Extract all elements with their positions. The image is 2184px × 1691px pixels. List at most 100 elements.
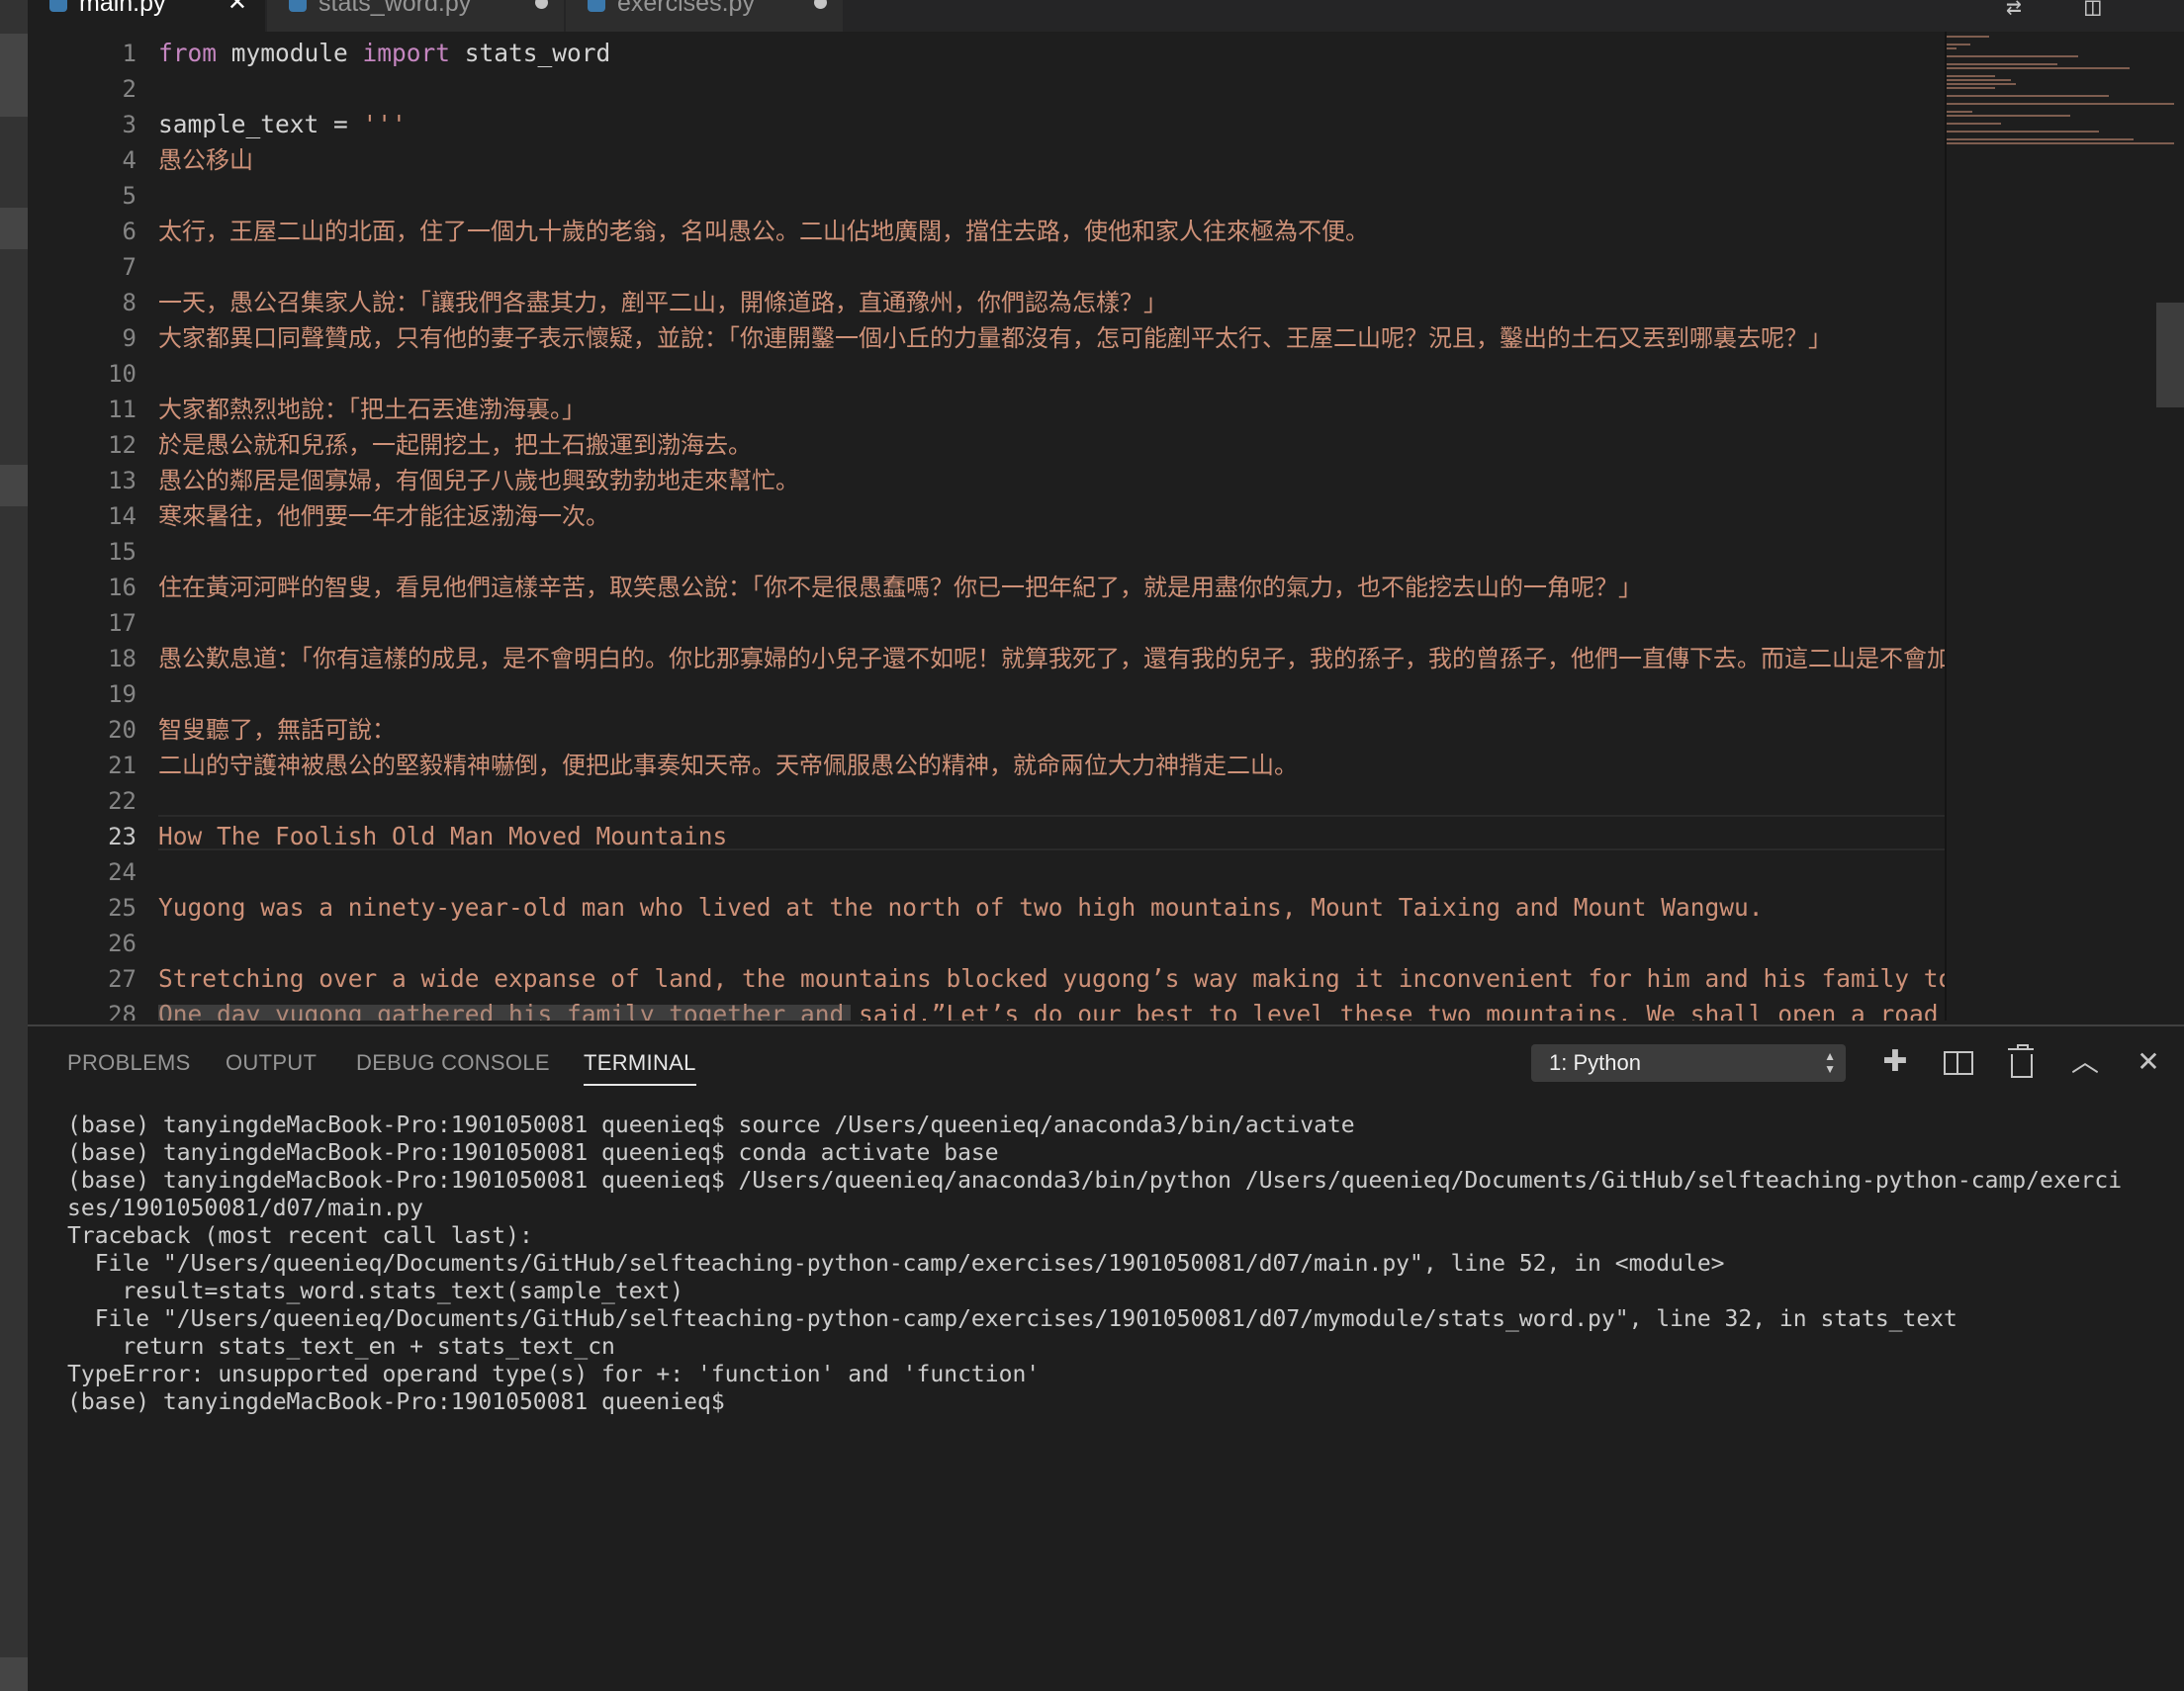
kill-terminal-icon[interactable]: [2000, 1040, 2044, 1084]
vertical-scrollbar[interactable]: [2156, 303, 2184, 407]
line-number: 16: [108, 574, 136, 601]
line-number: 23: [108, 823, 136, 850]
tab-stats-word-py[interactable]: stats_word.py: [267, 0, 564, 32]
tab-terminal[interactable]: TERMINAL: [584, 1050, 696, 1086]
code-line: 住在黃河河畔的智叟，看見他們這樣辛苦，取笑愚公說：「你不是很愚蠢嗎？你已一把年紀…: [158, 574, 1642, 601]
terminal-line: (base) tanyingdeMacBook-Pro:1901050081 q…: [67, 1389, 725, 1415]
line-number: 26: [108, 930, 136, 957]
python-file-icon: [588, 0, 605, 12]
keyword-token: import: [362, 39, 451, 67]
terminal-line: (base) tanyingdeMacBook-Pro:1901050081 q…: [67, 1140, 999, 1166]
new-terminal-icon[interactable]: ✚: [1873, 1040, 1917, 1084]
minimap-line: [1947, 83, 2017, 85]
code-line: 大家都熱烈地說：「把土石丟進渤海裏。」: [158, 396, 586, 423]
code-line: 於是愚公就和兒孫，一起開挖土，把土石搬運到渤海去。: [158, 431, 752, 459]
line-number: 14: [108, 502, 136, 530]
select-arrows-icon: ▲ ▼: [1824, 1049, 1836, 1076]
terminal-line: result=stats_word.stats_text(sample_text…: [67, 1279, 684, 1304]
terminal-output[interactable]: (base) tanyingdeMacBook-Pro:1901050081 q…: [67, 1112, 2184, 1416]
activity-item-debug[interactable]: [0, 465, 28, 506]
string-token: ''': [362, 110, 407, 138]
keyword-token: from: [158, 39, 218, 67]
minimap[interactable]: [1947, 32, 2184, 1021]
python-file-icon: [49, 0, 67, 12]
minimap-line: [1947, 87, 1996, 89]
terminal-line: (base) tanyingdeMacBook-Pro:1901050081 q…: [67, 1112, 1355, 1138]
tab-exercises-py[interactable]: exercises.py: [566, 0, 843, 32]
tab-output[interactable]: OUTPUT: [226, 1050, 317, 1076]
minimap-line: [1947, 115, 2070, 117]
minimap-line: [1947, 67, 2130, 69]
code-line: 一天，愚公召集家人說：「讓我們各盡其力，剷平二山，開條道路，直通豫州，你們認為怎…: [158, 289, 1167, 316]
minimap-line: [1947, 44, 1970, 45]
code-line: 愚公的鄰居是個寡婦，有個兒子八歲也興致勃勃地走來幫忙。: [158, 467, 799, 494]
activity-bar: [0, 0, 28, 1691]
code-line: from mymodule import stats_word: [158, 36, 610, 71]
tab-label: stats_word.py: [318, 0, 472, 17]
bottom-panel: PROBLEMS OUTPUT DEBUG CONSOLE TERMINAL 1…: [28, 1024, 2184, 1691]
code-line: 大家都異口同聲贊成，只有他的妻子表示懷疑，並說：「你連開鑿一個小丘的力量都沒有，…: [158, 324, 1832, 352]
line-number: 15: [108, 538, 136, 566]
line-number: 25: [108, 894, 136, 922]
line-number: 17: [108, 609, 136, 637]
compare-changes-icon[interactable]: ⇄: [2006, 0, 2022, 22]
line-number: 19: [108, 680, 136, 708]
line-number: 18: [108, 645, 136, 672]
minimap-line: [1947, 79, 2011, 81]
terminal-line: Traceback (most recent call last):: [67, 1223, 533, 1249]
tab-label: main.py: [79, 0, 166, 17]
line-number: 7: [122, 253, 136, 281]
line-number-gutter: 1 2 3 4 5 6 7 8 9 10 11 12 13 14 15 16 17 18 19 20 21 22 23 24 2…: [28, 32, 136, 1021]
split-terminal-icon[interactable]: [1937, 1040, 1980, 1084]
minimap-line: [1947, 138, 2134, 140]
terminal-select[interactable]: 1: Python ▲ ▼: [1531, 1044, 1846, 1082]
code-line: 寒來暑往，他們要一年才能往返渤海一次。: [158, 502, 609, 530]
line-number: 28: [108, 1001, 136, 1021]
minimap-line: [1947, 95, 2109, 97]
line-number: 22: [108, 787, 136, 815]
line-number: 8: [122, 289, 136, 316]
split-editor-icon[interactable]: ◫: [2085, 0, 2101, 22]
line-number: 24: [108, 858, 136, 886]
line-number: 9: [122, 324, 136, 352]
line-number: 5: [122, 182, 136, 210]
code-line: 太行，王屋二山的北面，住了一個九十歲的老翁，名叫愚公。二山佔地廣闊，擋住去路，使…: [158, 218, 1369, 245]
code-token: sample_text =: [158, 110, 363, 138]
horizontal-scrollbar[interactable]: [158, 1005, 851, 1021]
unsaved-dot-icon[interactable]: [814, 0, 827, 9]
terminal-line: ses/1901050081/d07/main.py: [67, 1196, 424, 1221]
close-panel-icon[interactable]: ✕: [2127, 1040, 2170, 1084]
minimap-line: [1947, 103, 2174, 105]
code-line: sample_text = ''': [158, 107, 407, 142]
code-area[interactable]: from mymodule import stats_word sample_te…: [158, 32, 1947, 1021]
code-token: mymodule: [217, 39, 363, 67]
minimap-line: [1947, 36, 1990, 38]
unsaved-dot-icon[interactable]: [535, 0, 548, 9]
code-line: Stretching over a wide expanse of land, …: [158, 964, 1947, 993]
line-number: 13: [108, 467, 136, 494]
code-line: 愚公歎息道：「你有這樣的成見，是不會明白的。你比那寡婦的小兒子還不如呢！就算我死…: [158, 645, 1947, 672]
minimap-line: [1947, 75, 1996, 77]
code-line: 智叟聽了，無話可說：: [158, 716, 396, 744]
minimap-line: [1947, 131, 2099, 133]
activity-item-explorer[interactable]: [0, 34, 28, 117]
tab-problems[interactable]: PROBLEMS: [67, 1050, 191, 1076]
close-icon[interactable]: ✕: [228, 0, 247, 20]
tab-main-py[interactable]: main.py ✕: [28, 0, 265, 32]
terminal-line: (base) tanyingdeMacBook-Pro:1901050081 q…: [67, 1168, 2123, 1194]
line-number: 27: [108, 965, 136, 993]
activity-item-settings[interactable]: [0, 1657, 28, 1691]
code-line: Yugong was a ninety-year-old man who liv…: [158, 893, 1764, 922]
minimap-line: [1947, 63, 2057, 65]
line-number: 20: [108, 716, 136, 744]
code-line: How The Foolish Old Man Moved Mountains: [158, 822, 728, 850]
activity-item-search[interactable]: [0, 208, 28, 249]
minimap-line: [1947, 111, 1972, 113]
code-editor[interactable]: 1 2 3 4 5 6 7 8 9 10 11 12 13 14 15 16 17 18 19 20 21 22 23 24 2…: [28, 32, 2184, 1021]
tab-debug-console[interactable]: DEBUG CONSOLE: [356, 1050, 550, 1076]
line-number: 12: [108, 431, 136, 459]
code-line: 愚公移山: [158, 146, 253, 174]
tab-label: exercises.py: [617, 0, 755, 17]
maximize-panel-icon[interactable]: ︿: [2063, 1040, 2107, 1084]
minimap-line: [1947, 55, 2078, 57]
